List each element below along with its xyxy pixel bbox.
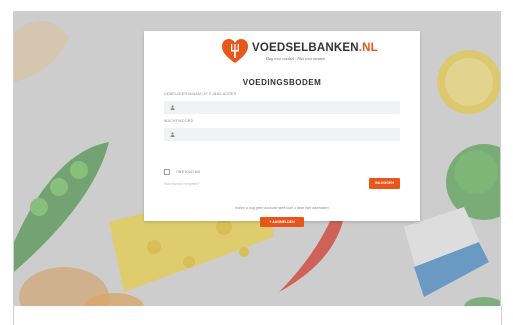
brand-name: VOEDSELBANKEN.NL bbox=[252, 42, 378, 54]
username-input[interactable] bbox=[164, 101, 400, 114]
brand-logo[interactable]: VOEDSELBANKEN.NL Dag voor voedsel · Niet… bbox=[222, 39, 378, 67]
user-icon bbox=[170, 105, 175, 110]
register-info-text: Indien u nog geen account heeft kunt u d… bbox=[235, 206, 329, 210]
password-input[interactable] bbox=[164, 128, 400, 141]
remember-me-checkbox[interactable]: ONTHOUD MIJ bbox=[164, 169, 200, 175]
remember-me-label: ONTHOUD MIJ bbox=[176, 169, 201, 174]
user-icon bbox=[170, 132, 175, 137]
password-label: WACHTWOORD bbox=[164, 119, 194, 123]
login-button[interactable]: INLOGGEN bbox=[369, 178, 400, 189]
page-title: VOEDINGSBODEM bbox=[242, 78, 322, 87]
register-button[interactable]: + AANMELDEN bbox=[260, 217, 304, 227]
username-label: GEBRUIKERSNAAM OF E-MAILADRES bbox=[164, 92, 237, 96]
forgot-password-link[interactable]: Wachtwoord vergeten? bbox=[164, 182, 200, 186]
checkbox-box[interactable] bbox=[164, 169, 170, 175]
page-footer-area bbox=[13, 306, 502, 325]
page-frame: VOEDSELBANKEN.NL Dag voor voedsel · Niet… bbox=[13, 11, 501, 308]
brand-tagline: Dag voor voedsel · Niet voor mensen bbox=[266, 56, 326, 61]
heart-fork-icon bbox=[222, 39, 248, 63]
login-card: VOEDSELBANKEN.NL Dag voor voedsel · Niet… bbox=[144, 31, 420, 227]
